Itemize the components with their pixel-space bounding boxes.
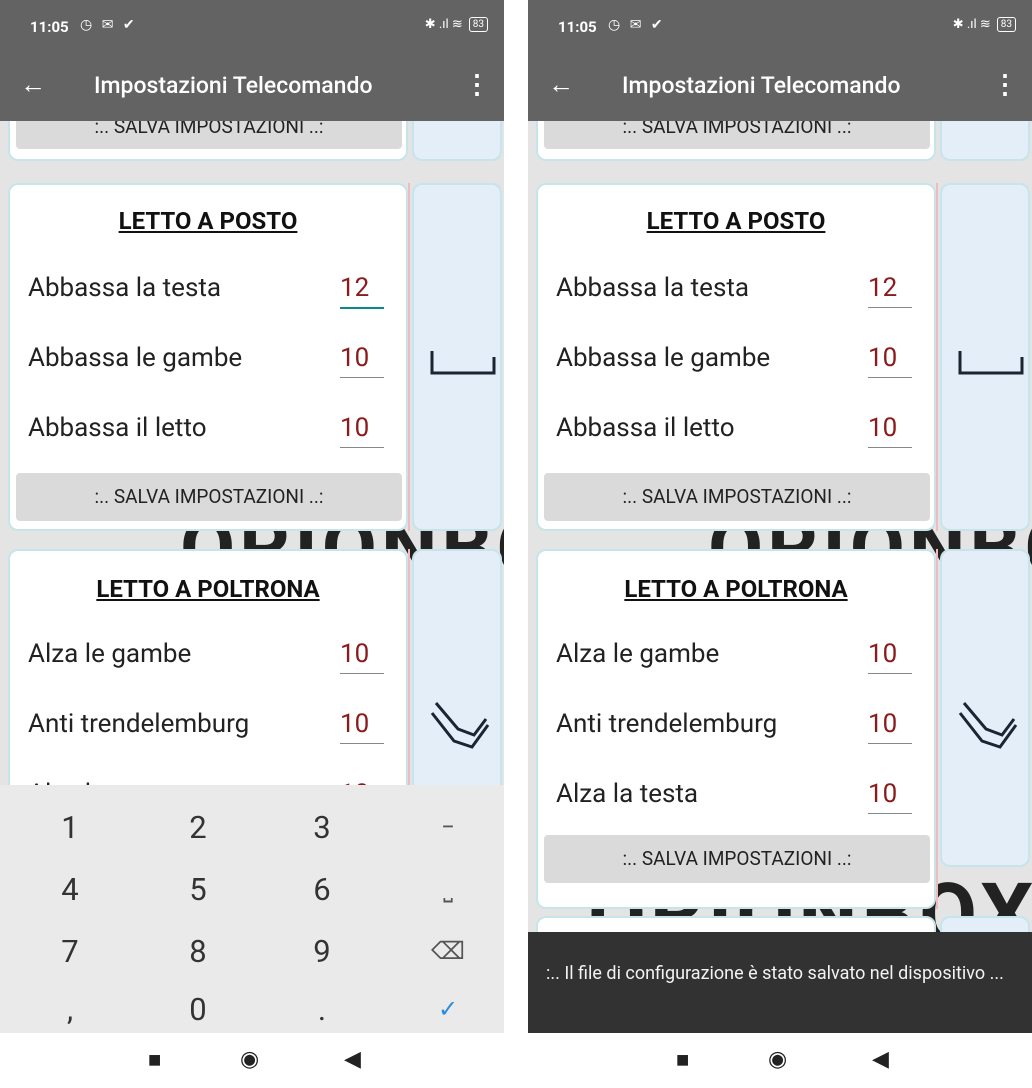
value-input-anti-trendelemburg[interactable]: 10	[340, 709, 384, 744]
flat-bed-icon	[958, 351, 1024, 375]
key-7[interactable]: 7	[20, 933, 120, 970]
key-5[interactable]: 5	[148, 871, 248, 908]
page-title: Impostazioni Telecomando	[622, 72, 901, 99]
save-settings-button[interactable]: :.. SALVA IMPOSTAZIONI ..:	[16, 121, 402, 149]
section-heading: LETTO A POLTRONA	[624, 575, 848, 603]
numeric-keyboard: 1 2 3 − 4 5 6 ⎵ 7 8 9 ⌫ , 0 . ✓	[0, 785, 504, 1033]
back-nav-icon[interactable]: ◀	[344, 1047, 361, 1072]
value-input-abbassa-letto[interactable]: 10	[868, 413, 912, 448]
page-title: Impostazioni Telecomando	[94, 72, 373, 99]
save-settings-button[interactable]: :.. SALVA IMPOSTAZIONI ..:	[544, 835, 930, 883]
notification-icons: ◷ ✉ ✔	[608, 17, 666, 33]
key-done[interactable]: ✓	[398, 995, 498, 1023]
flat-bed-button[interactable]	[940, 183, 1030, 531]
value-input-alza-testa[interactable]: 10	[868, 779, 912, 814]
key-9[interactable]: 9	[272, 933, 372, 970]
value-input-alza-gambe[interactable]: 10	[340, 639, 384, 674]
signal-wifi-icons: ✱ .ıl ≋	[952, 17, 991, 32]
flat-bed-button[interactable]	[412, 183, 502, 531]
system-icons: ✱ .ıl ≋ 83	[953, 17, 1016, 32]
app-toolbar: ← Impostazioni Telecomando ⋮	[0, 55, 504, 121]
section-heading: LETTO A POSTO	[118, 207, 298, 235]
key-backspace[interactable]: ⌫	[398, 937, 498, 965]
key-8[interactable]: 8	[148, 933, 248, 970]
key-3[interactable]: 3	[272, 809, 372, 846]
back-nav-icon[interactable]: ◀	[872, 1047, 889, 1072]
recent-apps-icon[interactable]: ■	[148, 1047, 161, 1073]
save-settings-button[interactable]: :.. SALVA IMPOSTAZIONI ..:	[16, 473, 402, 521]
divider-line	[408, 183, 410, 531]
status-time: 11:05	[558, 18, 597, 36]
notification-icons: ◷ ✉ ✔	[80, 17, 138, 33]
key-space[interactable]: ⎵	[398, 875, 498, 903]
status-bar: 11:05 ◷ ✉ ✔ ✱ .ıl ≋ 83	[0, 0, 504, 55]
back-arrow-icon[interactable]: ←	[548, 69, 574, 100]
key-1[interactable]: 1	[20, 809, 120, 846]
row-label: Abbassa le gambe	[556, 343, 771, 373]
status-time: 11:05	[30, 18, 69, 36]
section-heading: LETTO A POSTO	[646, 207, 826, 235]
card-letto-a-posto: LETTO A POSTO Abbassa la testa 12 Abbass…	[536, 183, 936, 531]
key-6[interactable]: 6	[272, 871, 372, 908]
side-panel-previous	[940, 121, 1030, 161]
flat-bed-icon	[430, 351, 496, 375]
value-input-abbassa-gambe[interactable]: 10	[340, 343, 384, 378]
key-minus[interactable]: −	[398, 813, 498, 841]
key-0[interactable]: 0	[148, 991, 248, 1028]
phone-screen-left: 11:05 ◷ ✉ ✔ ✱ .ıl ≋ 83 ← Impostazioni Te…	[0, 0, 504, 1088]
value-input-anti-trendelemburg[interactable]: 10	[868, 709, 912, 744]
phone-screen-right: 11:05 ◷ ✉ ✔ ✱ .ıl ≋ 83 ← Impostazioni Te…	[528, 0, 1032, 1088]
value-input-abbassa-gambe[interactable]: 10	[868, 343, 912, 378]
snackbar-message: :.. Il file di configurazione è stato sa…	[528, 932, 1032, 1033]
side-panel-previous	[412, 121, 502, 161]
save-settings-button[interactable]: :.. SALVA IMPOSTAZIONI ..:	[544, 121, 930, 149]
key-comma[interactable]: ,	[20, 991, 120, 1028]
home-icon[interactable]: ◉	[240, 1047, 259, 1072]
row-label: Alza le gambe	[28, 639, 192, 669]
back-arrow-icon[interactable]: ←	[20, 69, 46, 100]
overflow-menu-icon[interactable]: ⋮	[992, 70, 1018, 100]
row-label: Abbassa le gambe	[28, 343, 243, 373]
row-label: Alza la testa	[556, 779, 699, 809]
card-previous: :.. SALVA IMPOSTAZIONI ..:	[8, 121, 408, 161]
signal-wifi-icons: ✱ .ıl ≋	[424, 17, 463, 32]
value-input-abbassa-letto[interactable]: 10	[340, 413, 384, 448]
card-previous: :.. SALVA IMPOSTAZIONI ..:	[536, 121, 936, 161]
key-2[interactable]: 2	[148, 809, 248, 846]
row-label: Abbassa il letto	[28, 413, 207, 443]
chair-bed-button[interactable]	[940, 549, 1030, 867]
key-dot[interactable]: .	[272, 991, 372, 1028]
divider-line	[936, 549, 938, 909]
value-input-abbassa-testa[interactable]: 12	[340, 273, 384, 309]
card-letto-a-poltrona: LETTO A POLTRONA Alza le gambe 10 Anti t…	[536, 549, 936, 909]
row-label: Abbassa il letto	[556, 413, 735, 443]
settings-scroll-area[interactable]: ORIONBOX ORIONBOX :.. SALVA IMPOSTAZIONI…	[528, 121, 1032, 1028]
status-bar: 11:05 ◷ ✉ ✔ ✱ .ıl ≋ 83	[528, 0, 1032, 55]
chair-bed-icon	[958, 702, 1018, 749]
recent-apps-icon[interactable]: ■	[676, 1047, 689, 1073]
battery-icon: 83	[468, 17, 488, 32]
value-input-abbassa-testa[interactable]: 12	[868, 273, 912, 308]
system-icons: ✱ .ıl ≋ 83	[425, 17, 488, 32]
row-label: Anti trendelemburg	[556, 709, 778, 739]
overflow-menu-icon[interactable]: ⋮	[464, 70, 490, 100]
key-4[interactable]: 4	[20, 871, 120, 908]
battery-icon: 83	[996, 17, 1016, 32]
system-nav-bar: ■ ◉ ◀	[528, 1033, 1032, 1088]
card-letto-a-posto: LETTO A POSTO Abbassa la testa 12 Abbass…	[8, 183, 408, 531]
save-settings-button[interactable]: :.. SALVA IMPOSTAZIONI ..:	[544, 473, 930, 521]
app-toolbar: ← Impostazioni Telecomando ⋮	[528, 55, 1032, 121]
row-label: Abbassa la testa	[556, 273, 750, 303]
row-label: Abbassa la testa	[28, 273, 222, 303]
value-input-alza-gambe[interactable]: 10	[868, 639, 912, 674]
system-nav-bar: ■ ◉ ◀	[0, 1033, 504, 1088]
home-icon[interactable]: ◉	[768, 1047, 787, 1072]
row-label: Anti trendelemburg	[28, 709, 250, 739]
divider-line	[936, 183, 938, 531]
row-label: Alza le gambe	[556, 639, 720, 669]
section-heading: LETTO A POLTRONA	[96, 575, 320, 603]
